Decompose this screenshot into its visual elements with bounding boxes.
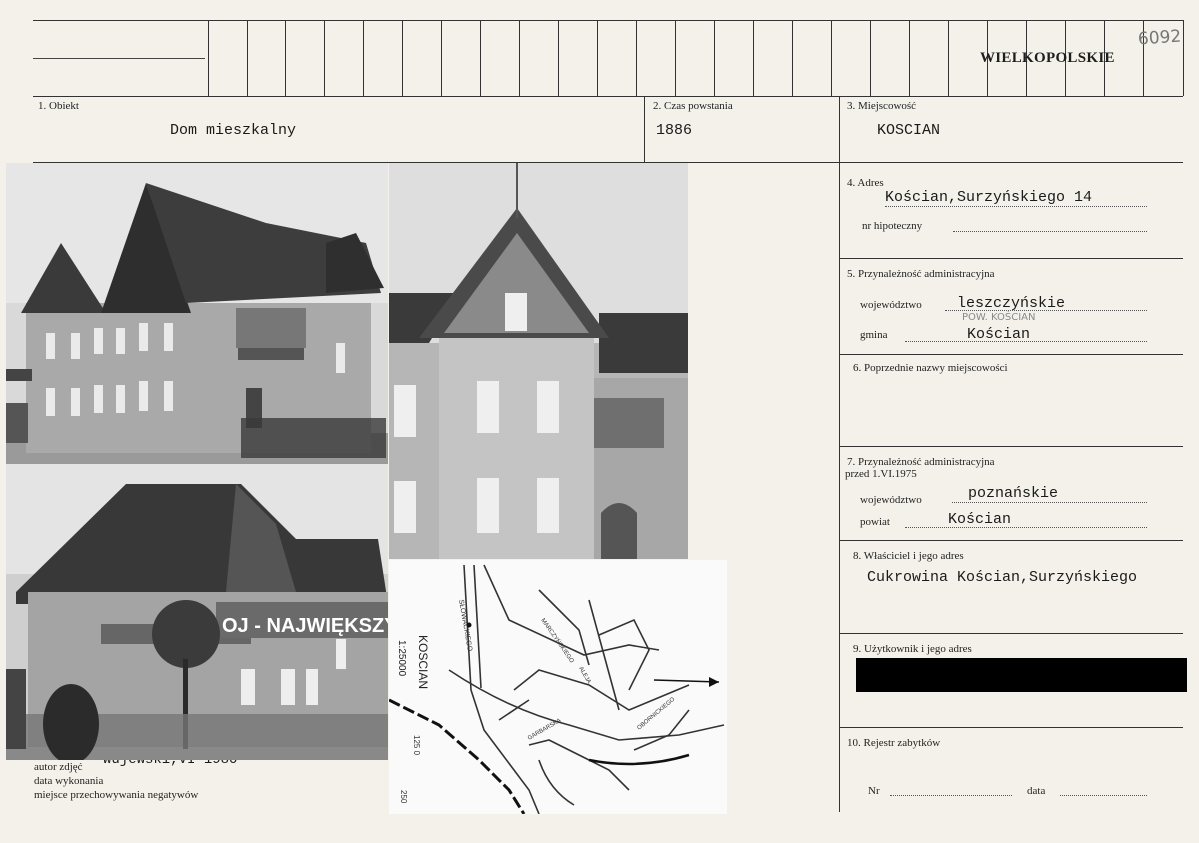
gmina-label: gmina	[860, 329, 888, 341]
header-grid-line	[363, 20, 364, 96]
photo-house-street: OJ - NAJWIĘKSZYM	[6, 464, 388, 760]
header-grid-line	[441, 20, 442, 96]
czas-label: 2. Czas powstania	[653, 100, 733, 112]
powiat-note: POW. KOŚCIAN	[962, 312, 1036, 323]
wojewodztwo-1975-label: województwo	[860, 494, 922, 506]
rejestr-label: 10. Rejestr zabytków	[847, 737, 941, 749]
czas-value: 1886	[656, 122, 693, 139]
header-grid-line	[909, 20, 910, 96]
redacted-block	[856, 658, 1187, 692]
miejscowosc-label: 3. Miejscowość	[847, 100, 917, 112]
obiekt-value: Dom mieszkalny	[170, 122, 297, 139]
header-grid-line	[558, 20, 559, 96]
photo-gable-detail	[389, 163, 688, 559]
header-grid-line	[636, 20, 637, 96]
hipoteczny-label: nr hipoteczny	[862, 220, 923, 232]
wojewodztwo-label: województwo	[860, 299, 922, 311]
obiekt-label: 1. Obiekt	[38, 100, 79, 112]
header-grid-line	[402, 20, 403, 96]
header-grid-line	[792, 20, 793, 96]
header-grid-line	[324, 20, 325, 96]
header-grid-line	[870, 20, 871, 96]
miejscowosc-value: KOSCIAN	[877, 122, 941, 139]
inventory-card: WIELKOPOLSKIE 6092 1. Obiekt Dom mieszka…	[0, 0, 1199, 843]
map-scale-label: 1:25000	[396, 640, 407, 677]
powiat-value: Kościan	[948, 511, 1012, 528]
header-grid-line	[519, 20, 520, 96]
data-wykonania-label: data wykonania	[34, 775, 104, 787]
header-grid-line	[753, 20, 754, 96]
card-number: 6092	[1137, 26, 1182, 50]
wlasciciel-value: Cukrowina Kościan,Surzyńskiego	[867, 569, 1138, 586]
header-grid-line	[831, 20, 832, 96]
header-grid-line	[948, 20, 949, 96]
header-grid-line	[714, 20, 715, 96]
region-label: WIELKOPOLSKIE	[980, 50, 1115, 66]
rejestr-nr-label: Nr	[868, 785, 880, 797]
powiat-label: powiat	[860, 516, 890, 528]
przynaleznosc-label: 5. Przynależność administracyjna	[847, 268, 995, 280]
header-grid-line	[480, 20, 481, 96]
photo-villa-front	[6, 163, 388, 464]
map-marker: 125 0	[412, 735, 421, 756]
uzytkownik-label: 9. Użytkownik i jego adres	[853, 643, 972, 655]
przed1975-label: 7. Przynależność administracyjna	[847, 456, 995, 468]
header-grid-line	[1183, 20, 1184, 96]
adres-value: Kościan,Surzyńskiego 14	[885, 189, 1093, 206]
autor-label: autor zdjęć	[34, 761, 83, 773]
location-map: KOSCIAN 1:25000 SŁOWACKIEGO MARCZYŃSKIEG…	[389, 560, 727, 814]
wlasciciel-label: 8. Właściciel i jego adres	[853, 550, 964, 562]
map-town-label: KOSCIAN	[416, 635, 430, 689]
adres-label: 4. Adres	[847, 177, 884, 189]
przed1975-date: przed 1.VI.1975	[845, 468, 917, 480]
poprzednie-label: 6. Poprzednie nazwy miejscowości	[853, 362, 1008, 374]
header-grid-line	[597, 20, 598, 96]
wojewodztwo-1975-value: poznańskie	[968, 485, 1059, 502]
header-grid-line	[675, 20, 676, 96]
map-marker-2: 250	[399, 790, 408, 804]
header-grid-line	[208, 20, 209, 96]
miejsce-label: miejsce przechowywania negatywów	[34, 789, 199, 801]
banner-text: OJ - NAJWIĘKSZYM	[222, 615, 388, 637]
rejestr-data-label: data	[1027, 785, 1046, 797]
header-grid-line	[285, 20, 286, 96]
header-grid-line	[247, 20, 248, 96]
